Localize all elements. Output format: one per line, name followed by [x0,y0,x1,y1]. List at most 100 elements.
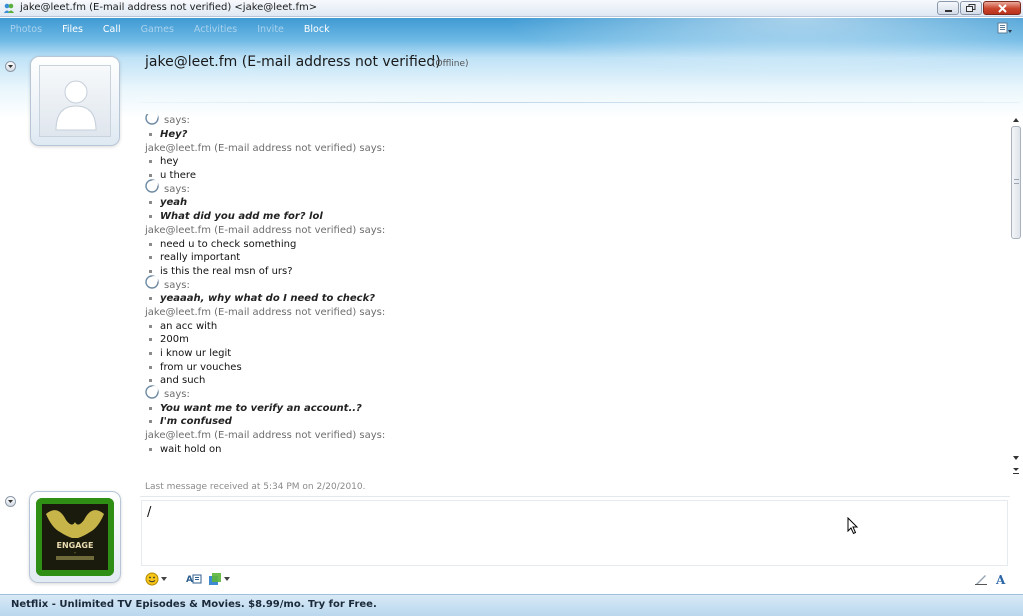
message-line: i know ur legit [140,347,1008,361]
contact-sender-line: jake@leet.fm (E-mail address not verifie… [140,429,1008,443]
chevron-down-icon [8,500,13,503]
show-menu-icon[interactable] [997,22,1013,36]
scroll-up-arrow-icon[interactable] [1012,116,1020,124]
sender-label: jake@leet.fm (E-mail address not verifie… [145,430,386,442]
display-picture-image: ENGAGE [36,498,114,576]
message-line: yeah [140,196,1008,210]
bullet-icon [149,242,152,246]
message-input[interactable]: / [141,500,1008,566]
window-title: jake@leet.fm (E-mail address not verifie… [20,2,318,13]
bullet-icon [149,256,152,260]
message-line: 200m [140,333,1008,347]
svg-text:A: A [995,573,1006,586]
scroll-down-arrow-icon[interactable] [1012,454,1020,462]
message-input-text[interactable]: / [147,505,151,520]
toolbar-block[interactable]: Block [304,24,330,35]
my-avatar[interactable]: ENGAGE [29,491,121,583]
message-text: and such [160,375,206,387]
advertisement-text[interactable]: Netflix - Unlimited TV Episodes & Movies… [11,599,377,610]
svg-text:ENGAGE: ENGAGE [57,541,94,550]
my-display-picture: ENGAGE [36,498,114,576]
message-text: really important [160,252,241,264]
message-line: Hey? [140,128,1008,142]
contact-name: jake@leet.fm (E-mail address not verifie… [145,54,441,70]
toolbar-invite[interactable]: Invite [257,24,284,35]
bullet-icon [149,133,152,137]
input-divider [140,496,1010,497]
message-line: You want me to verify an account..? [140,401,1008,415]
message-text: What did you add me for? lol [160,211,323,223]
wink-icon [209,573,221,585]
message-text: is this the real msn of urs? [160,265,293,277]
handwriting-button[interactable] [974,571,988,587]
bullet-icon [149,447,152,451]
toolbar-call[interactable]: Call [103,24,121,35]
bullet-icon [149,338,152,342]
minimize-icon [944,9,952,12]
toolbar-files[interactable]: Files [62,24,83,35]
contact-avatar[interactable] [30,56,120,146]
toolbar-activities[interactable]: Activities [194,24,237,35]
bullet-icon [149,324,152,328]
conversation-history[interactable]: says: Hey? jake@leet.fm (E-mail address no… [140,114,1008,478]
message-line: u there [140,169,1008,183]
msn-buddy-icon [145,275,159,289]
message-line: is this the real msn of urs? [140,265,1008,279]
wink-button[interactable] [208,571,230,587]
sender-label: says: [164,389,190,401]
contact-sender-line: jake@leet.fm (E-mail address not verifie… [140,141,1008,155]
close-icon [997,3,1007,13]
restore-button[interactable] [960,1,982,15]
message-line: an acc with [140,319,1008,333]
message-line: yeaaah, why what do I need to check? [140,292,1008,306]
conversation-toolbar: Photos Files Call Games Activities Invit… [0,18,1023,40]
message-text: You want me to verify an account..? [160,402,362,414]
toolbar-photos[interactable]: Photos [10,24,42,35]
bullet-icon [149,406,152,410]
msn-buddy-icon [145,384,159,399]
message-line: wait hold on [140,443,1008,457]
sender-label: says: [164,183,190,195]
collapse-contact-button[interactable] [5,61,16,72]
advertisement-bar[interactable]: Netflix - Unlimited TV Episodes & Movies… [0,594,1023,616]
scroll-end-icon[interactable] [1012,467,1020,475]
smiley-icon [145,572,159,586]
bullet-icon [149,160,152,164]
translate-button[interactable]: A [186,571,202,587]
conversation-scrollbar[interactable] [1010,114,1022,478]
message-text: an acc with [160,320,218,332]
message-text: yeah [160,197,188,209]
message-line: really important [140,251,1008,265]
minimize-button[interactable] [937,1,959,15]
sender-label: says: [164,115,190,127]
sender-label: says: [164,279,190,291]
mouse-pointer-icon [847,517,859,535]
message-text: i know ur legit [160,348,232,360]
input-toolbar: A A [140,569,1010,589]
font-button[interactable]: A [994,571,1008,587]
message-text: u there [160,170,196,182]
svg-text:A: A [186,575,193,585]
bullet-icon [149,365,152,369]
msn-buddy-icon [145,114,159,125]
self-sender-line: says: [140,384,1008,402]
msn-buddy-icon [145,179,159,193]
bullet-icon [149,269,152,273]
chevron-down-icon [224,577,230,581]
bullet-icon [149,174,152,178]
message-line: What did you add me for? lol [140,210,1008,224]
self-sender-line: says: [140,114,1008,128]
bullet-icon [149,379,152,383]
self-sender-line: says: [140,179,1008,196]
message-line: I'm confused [140,415,1008,429]
message-text: I'm confused [160,416,232,428]
scroll-thumb[interactable] [1011,126,1021,239]
close-button[interactable] [983,1,1021,15]
toolbar-games[interactable]: Games [141,24,174,35]
msn-messenger-icon[interactable] [3,2,15,14]
emoticon-button[interactable] [145,571,167,587]
message-text: 200m [160,334,189,346]
bullet-icon [149,297,152,301]
collapse-self-button[interactable] [5,496,16,507]
self-sender-line: says: [140,275,1008,292]
